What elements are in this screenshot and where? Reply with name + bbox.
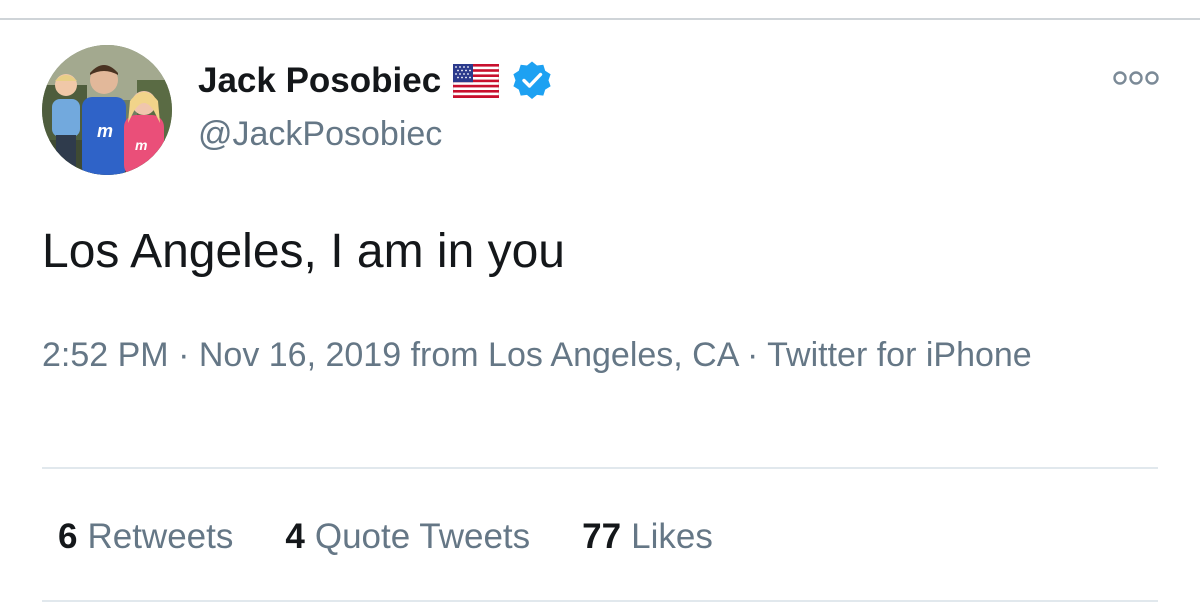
likes-label: Likes [631, 517, 713, 556]
svg-text:m: m [97, 121, 113, 141]
retweets-count: 6 [58, 517, 78, 556]
avatar[interactable]: m m [42, 45, 172, 175]
more-options-icon[interactable] [1112, 66, 1160, 90]
author-name-row[interactable]: Jack Posobiec [198, 58, 553, 104]
tweet-location[interactable]: Los Angeles, CA [488, 336, 738, 374]
likes-stat[interactable]: 77 Likes [582, 517, 713, 557]
tweet-date[interactable]: Nov 16, 2019 [199, 336, 401, 374]
us-flag-icon [452, 63, 500, 99]
quote-tweets-count: 4 [285, 517, 305, 556]
meta-separator: · [747, 336, 768, 374]
top-divider [0, 18, 1200, 20]
likes-count: 77 [582, 517, 622, 556]
verified-badge-icon [511, 60, 553, 102]
retweets-label: Retweets [87, 517, 234, 556]
svg-text:m: m [135, 137, 147, 153]
stats-divider-bottom [42, 600, 1158, 602]
tweet-source[interactable]: Twitter for iPhone [767, 336, 1032, 374]
from-prefix: from [410, 336, 489, 374]
tweet-text: Los Angeles, I am in you [42, 225, 565, 278]
avatar-photo: m m [42, 45, 172, 175]
tweet-time[interactable]: 2:52 PM [42, 336, 169, 374]
author-handle[interactable]: @JackPosobiec [198, 112, 442, 156]
meta-separator: · [178, 336, 199, 374]
quote-tweets-label: Quote Tweets [314, 517, 531, 556]
stats-divider-top [42, 467, 1158, 469]
tweet-metadata: 2:52 PM · Nov 16, 2019 from Los Angeles,… [42, 330, 1122, 380]
tweet-stats: 6 Retweets 4 Quote Tweets 77 Likes [58, 512, 765, 562]
retweets-stat[interactable]: 6 Retweets [58, 517, 233, 557]
quote-tweets-stat[interactable]: 4 Quote Tweets [285, 517, 530, 557]
author-display-name[interactable]: Jack Posobiec [198, 58, 441, 104]
